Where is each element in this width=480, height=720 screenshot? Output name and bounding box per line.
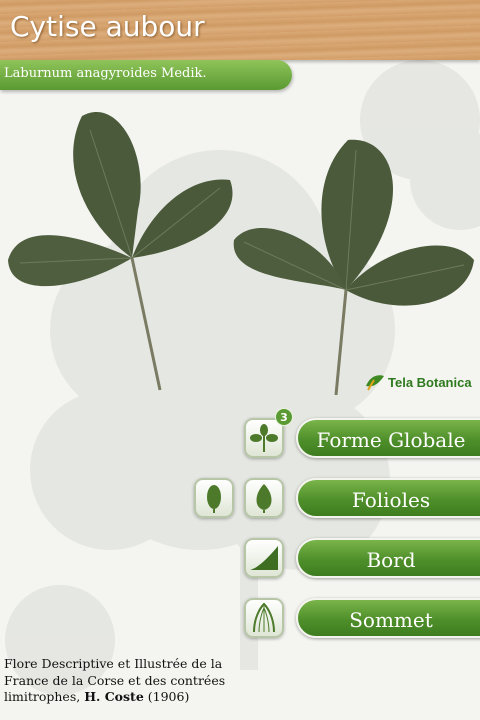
folioles-button[interactable]: Folioles [296, 478, 480, 518]
leaf-shape-icon [250, 424, 278, 452]
leaf-specimen-left [8, 111, 233, 391]
leaf-specimen-right [233, 139, 474, 396]
ovate-leaflet-button[interactable] [244, 478, 284, 518]
oval-leaflet-button[interactable] [194, 478, 234, 518]
page-title: Cytise aubour [10, 10, 205, 43]
oval-leaflet-icon [207, 485, 221, 513]
ovate-leaflet-icon [256, 484, 272, 513]
leaf-margin-icon [250, 546, 278, 570]
header-bar: Cytise aubour [0, 0, 480, 60]
credit-author: H. Coste [84, 689, 144, 704]
tela-botanica-logo-icon [366, 375, 384, 391]
credit-year: (1906) [147, 689, 190, 704]
sommet-button[interactable]: Sommet [296, 598, 480, 638]
scientific-name: Laburnum anagyroides Medik. [4, 66, 207, 81]
forme-globale-button[interactable]: Forme Globale [296, 418, 480, 458]
bord-button[interactable]: Bord [296, 538, 480, 578]
leaf-apex-button[interactable] [244, 598, 284, 638]
source-credit: Flore Descriptive et Illustrée de la Fra… [4, 656, 244, 706]
leaf-apex-icon [253, 602, 275, 633]
leaf-shape-count-badge: 3 [275, 408, 293, 426]
tela-botanica-logo: Tela Botanica [364, 370, 472, 394]
scientific-name-bar: Laburnum anagyroides Medik. [0, 60, 292, 90]
tela-botanica-label: Tela Botanica [388, 374, 472, 390]
leaf-margin-button[interactable] [244, 538, 284, 578]
